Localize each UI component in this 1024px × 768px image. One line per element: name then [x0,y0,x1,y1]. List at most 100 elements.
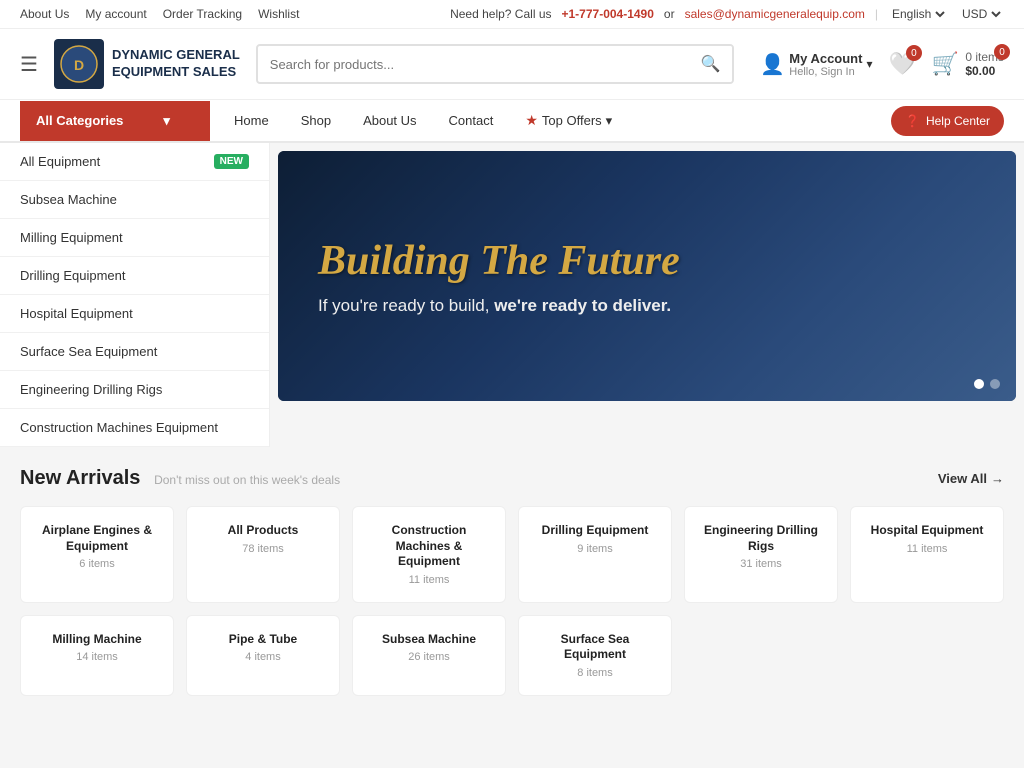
search-button[interactable]: 🔍 [688,46,732,82]
sidebar-label: All Equipment [20,154,100,169]
category-card-all-products[interactable]: All Products 78 items [186,506,340,603]
hero-banner: Building The Future If you're ready to b… [278,151,1016,401]
currency-select[interactable]: USD [958,6,1004,22]
category-card-airplane[interactable]: Airplane Engines & Equipment 6 items [20,506,174,603]
cat-name: Surface Sea Equipment [531,632,659,663]
sidebar-item-surface-sea[interactable]: Surface Sea Equipment [0,333,269,371]
or-text: or [664,7,675,21]
header-actions: 👤 My Account Hello, Sign In ▾ 🤍 0 🛒 0 0 … [760,50,1004,78]
wishlist-button[interactable]: 🤍 0 [889,51,916,77]
sidebar-item-engineering-drilling[interactable]: Engineering Drilling Rigs [0,371,269,409]
sidebar-item-hospital-equipment[interactable]: Hospital Equipment [0,295,269,333]
view-all-link[interactable]: View All → [938,471,1004,486]
top-offers-label: Top Offers [542,113,602,128]
my-account-btn[interactable]: 👤 My Account Hello, Sign In ▾ [760,51,872,78]
hero-content: Building The Future If you're ready to b… [318,236,680,316]
nav-shop[interactable]: Shop [287,101,345,140]
top-bar-links: About Us My account Order Tracking Wishl… [20,7,299,21]
sidebar-item-drilling-equipment[interactable]: Drilling Equipment [0,257,269,295]
main-content: All Equipment NEW Subsea Machine Milling… [0,143,1024,447]
cat-count: 9 items [531,543,659,555]
nav-contact[interactable]: Contact [435,101,508,140]
cat-count: 31 items [697,558,825,570]
category-card-engineering[interactable]: Engineering Drilling Rigs 31 items [684,506,838,603]
section-title: New Arrivals [20,467,140,489]
view-all-label: View All [938,471,987,486]
section-subtitle: Don't miss out on this week's deals [154,473,340,487]
nav-top-offers[interactable]: ★ Top Offers ▾ [511,100,626,141]
cat-name: Pipe & Tube [199,632,327,648]
top-bar-right: Need help? Call us +1-777-004-1490 or sa… [450,6,1004,22]
logo-icon: D [54,39,104,89]
category-card-pipe[interactable]: Pipe & Tube 4 items [186,615,340,696]
cat-name: All Products [199,523,327,539]
chevron-down-icon: ▾ [163,113,170,129]
sidebar-label: Hospital Equipment [20,306,133,321]
sidebar-label: Subsea Machine [20,192,117,207]
arrow-icon: → [991,471,1004,486]
sidebar-label: Surface Sea Equipment [20,344,157,359]
sidebar-label: Engineering Drilling Rigs [20,382,162,397]
hero-section: Building The Future If you're ready to b… [270,143,1024,447]
help-center-button[interactable]: ❓ Help Center [891,106,1004,136]
sidebar-item-construction-machines[interactable]: Construction Machines Equipment [0,409,269,447]
user-icon: 👤 [760,52,785,77]
topbar-wishlist[interactable]: Wishlist [258,7,299,21]
all-categories-label: All Categories [36,113,123,128]
hamburger-icon[interactable]: ☰ [20,52,38,77]
category-card-surface-sea[interactable]: Surface Sea Equipment 8 items [518,615,672,696]
cat-name: Drilling Equipment [531,523,659,539]
nav-links: Home Shop About Us Contact ★ Top Offers … [210,100,891,141]
new-arrivals-section: New Arrivals Don't miss out on this week… [0,447,1024,696]
topbar-about-us[interactable]: About Us [20,7,69,21]
phone-number: +1-777-004-1490 [562,7,654,21]
logo[interactable]: D DYNAMIC GENERAL EQUIPMENT SALES [54,39,240,89]
sidebar-label: Construction Machines Equipment [20,420,218,435]
divider: | [875,7,878,21]
cat-name: Hospital Equipment [863,523,991,539]
help-text: Need help? Call us [450,7,551,21]
language-select[interactable]: English [888,6,948,22]
sidebar-label: Milling Equipment [20,230,123,245]
cart-icon: 🛒 [932,51,959,77]
cat-name: Milling Machine [33,632,161,648]
dot-1[interactable] [974,379,984,389]
cat-count: 26 items [365,651,493,663]
cat-name: Airplane Engines & Equipment [33,523,161,554]
sidebar-item-subsea-machine[interactable]: Subsea Machine [0,181,269,219]
dot-2[interactable] [990,379,1000,389]
sidebar-item-milling-equipment[interactable]: Milling Equipment [0,219,269,257]
cart-button[interactable]: 🛒 0 0 items $0.00 [932,50,1004,78]
hero-dots [974,379,1000,389]
logo-text: DYNAMIC GENERAL EQUIPMENT SALES [112,47,240,81]
search-bar: 🔍 [256,44,735,84]
cart-badge: 0 [994,44,1010,60]
cart-price: $0.00 [965,64,1004,78]
email-link[interactable]: sales@dynamicgeneralequip.com [685,7,865,21]
hero-subtitle-plain: If you're ready to build, [318,296,494,315]
topbar-order-tracking[interactable]: Order Tracking [163,7,242,21]
all-categories-button[interactable]: All Categories ▾ [20,101,210,141]
topbar-my-account[interactable]: My account [85,7,146,21]
category-card-drilling[interactable]: Drilling Equipment 9 items [518,506,672,603]
chevron-down-icon: ▾ [606,113,613,129]
help-icon: ❓ [905,114,920,128]
nav-home[interactable]: Home [220,101,283,140]
my-account-label: My Account [789,51,862,66]
search-input[interactable] [258,49,689,80]
category-card-hospital[interactable]: Hospital Equipment 11 items [850,506,1004,603]
header: ☰ D DYNAMIC GENERAL EQUIPMENT SALES 🔍 👤 … [0,29,1024,100]
wishlist-badge: 0 [906,45,922,61]
category-card-subsea[interactable]: Subsea Machine 26 items [352,615,506,696]
cat-name: Construction Machines & Equipment [365,523,493,570]
nav-about-us[interactable]: About Us [349,101,430,140]
category-card-construction[interactable]: Construction Machines & Equipment 11 ite… [352,506,506,603]
sidebar-item-all-equipment[interactable]: All Equipment NEW [0,143,269,181]
category-card-milling[interactable]: Milling Machine 14 items [20,615,174,696]
cat-count: 8 items [531,667,659,679]
section-header: New Arrivals Don't miss out on this week… [20,467,1004,490]
star-icon: ★ [525,112,538,129]
section-title-group: New Arrivals Don't miss out on this week… [20,467,340,490]
hero-title: Building The Future [318,236,680,286]
cat-name: Engineering Drilling Rigs [697,523,825,554]
